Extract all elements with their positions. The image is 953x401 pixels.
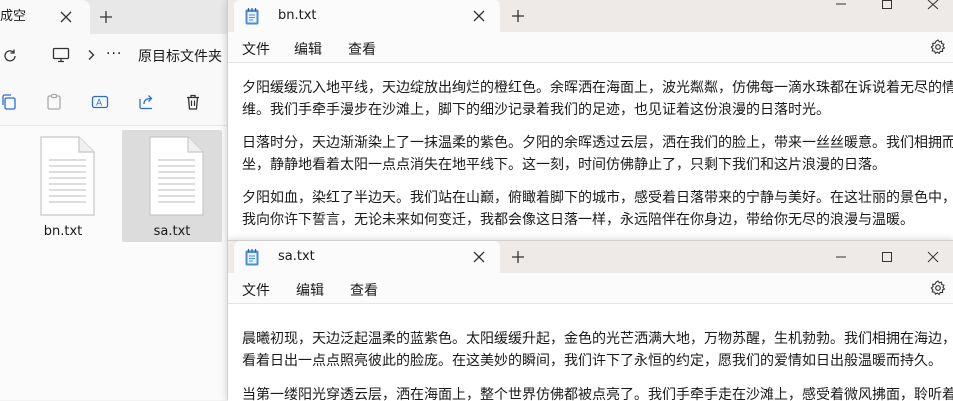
text-line: 当第一缕阳光穿透云层，洒在海面上，整个世界仿佛都被点亮了。我们手牵手走在沙滩上，…: [242, 387, 953, 401]
file-item-sa[interactable]: sa.txt: [122, 130, 222, 242]
notepad-tab-title: bn.txt: [278, 8, 317, 23]
share-icon[interactable]: [138, 93, 156, 111]
text-file-icon: [149, 136, 204, 216]
new-tab-icon[interactable]: [510, 249, 526, 265]
notepad-icon: [245, 8, 259, 25]
maximize-icon[interactable]: [864, 241, 910, 273]
new-tab-icon[interactable]: [98, 9, 114, 25]
new-tab-icon[interactable]: [510, 8, 526, 24]
close-window-icon[interactable]: [910, 241, 953, 273]
text-editor[interactable]: 晨曦初现，天边泛起温柔的蓝紫色。太阳缓缓升起，金色的光芒洒满大地，万物苏醒，生机…: [228, 303, 953, 401]
menu-bar: 文件 编辑 查看: [228, 273, 953, 303]
delete-icon[interactable]: [184, 93, 202, 111]
text-line: 夕阳缓缓沉入地平线，天边绽放出绚烂的橙红色。余晖洒在海面上，波光粼粼，仿佛每一滴…: [242, 80, 953, 96]
close-icon[interactable]: [472, 9, 486, 23]
minimize-icon[interactable]: [818, 241, 864, 273]
notepad-window-bn: bn.txt 文件 编辑 查看 夕阳缓缓沉入地平线，天边绽放出绚烂的橙红色。余晖…: [227, 0, 953, 240]
settings-gear-icon[interactable]: [930, 39, 946, 55]
file-name: bn.txt: [43, 224, 83, 239]
text-line: 夕阳如血，染红了半边天。我们站在山巅，俯瞰着脚下的城市，感受着日落带来的宁静与美…: [242, 190, 953, 206]
menu-bar: 文件 编辑 查看: [228, 32, 953, 62]
text-line: 晨曦初现，天边泛起温柔的蓝紫色。太阳缓缓升起，金色的光芒洒满大地，万物苏醒，生机…: [242, 331, 953, 347]
file-item-bn[interactable]: bn.txt: [13, 130, 113, 242]
file-explorer-window: 成空 ··· 原目标文件夹 A bn.txt sa.txt: [0, 0, 232, 400]
text-file-icon: [40, 136, 95, 216]
maximize-icon[interactable]: [864, 0, 910, 32]
text-line: 我向你许下誓言，无论未来如何变迁，我都会像这日落一样，永远陪伴在你身边，带给你无…: [242, 212, 914, 228]
close-icon[interactable]: [472, 250, 486, 264]
explorer-tab-title: 成空: [0, 9, 27, 24]
menu-file[interactable]: 文件: [242, 39, 270, 59]
close-icon[interactable]: [58, 9, 74, 25]
minimize-icon[interactable]: [818, 0, 864, 32]
text-line: 日落时分，天边渐渐染上了一抹温柔的紫色。夕阳的余晖透过云层，洒在我们的脸上，带来…: [242, 135, 953, 151]
text-line: 维。我们手牵手漫步在沙滩上，脚下的细沙记录着我们的足迹，也见证着这份浪漫的日落时…: [242, 102, 830, 118]
refresh-icon[interactable]: [2, 48, 18, 64]
breadcrumb-overflow-button[interactable]: ···: [106, 46, 122, 62]
svg-text:A: A: [96, 99, 103, 109]
copy-icon[interactable]: [0, 93, 18, 111]
monitor-icon[interactable]: [52, 47, 70, 63]
text-line: 看着日出一点点照亮彼此的脸庞。在这美妙的瞬间，我们许下了永恒的约定，愿我们的爱情…: [242, 353, 942, 369]
rename-icon[interactable]: A: [91, 93, 109, 111]
text-line: 坐，静静地看着太阳一点点消失在地平线下。这一刻，时间仿佛静止了，只剩下我们和这片…: [242, 157, 886, 173]
close-window-icon[interactable]: [910, 0, 953, 32]
notepad-window-sa: sa.txt 文件 编辑 查看 晨曦初现，天边泛起温柔的蓝紫色。太阳缓缓升起，金…: [227, 240, 953, 401]
notepad-tab-title: sa.txt: [278, 249, 315, 264]
menu-file[interactable]: 文件: [242, 280, 270, 300]
breadcrumb-folder[interactable]: 原目标文件夹: [138, 46, 222, 66]
paste-icon[interactable]: [45, 93, 63, 111]
menu-edit[interactable]: 编辑: [294, 39, 322, 59]
menu-view[interactable]: 查看: [350, 280, 378, 300]
notepad-icon: [245, 249, 259, 266]
file-name: sa.txt: [153, 224, 191, 239]
notepad-tab[interactable]: sa.txt: [234, 241, 500, 273]
text-editor[interactable]: 夕阳缓缓沉入地平线，天边绽放出绚烂的橙红色。余晖洒在海面上，波光粼粼，仿佛每一滴…: [228, 62, 953, 240]
notepad-tab[interactable]: bn.txt: [234, 0, 500, 32]
menu-view[interactable]: 查看: [348, 39, 376, 59]
chevron-right-icon[interactable]: [86, 49, 96, 61]
explorer-tab[interactable]: 成空: [0, 0, 90, 34]
menu-edit[interactable]: 编辑: [296, 280, 324, 300]
settings-gear-icon[interactable]: [930, 280, 946, 296]
